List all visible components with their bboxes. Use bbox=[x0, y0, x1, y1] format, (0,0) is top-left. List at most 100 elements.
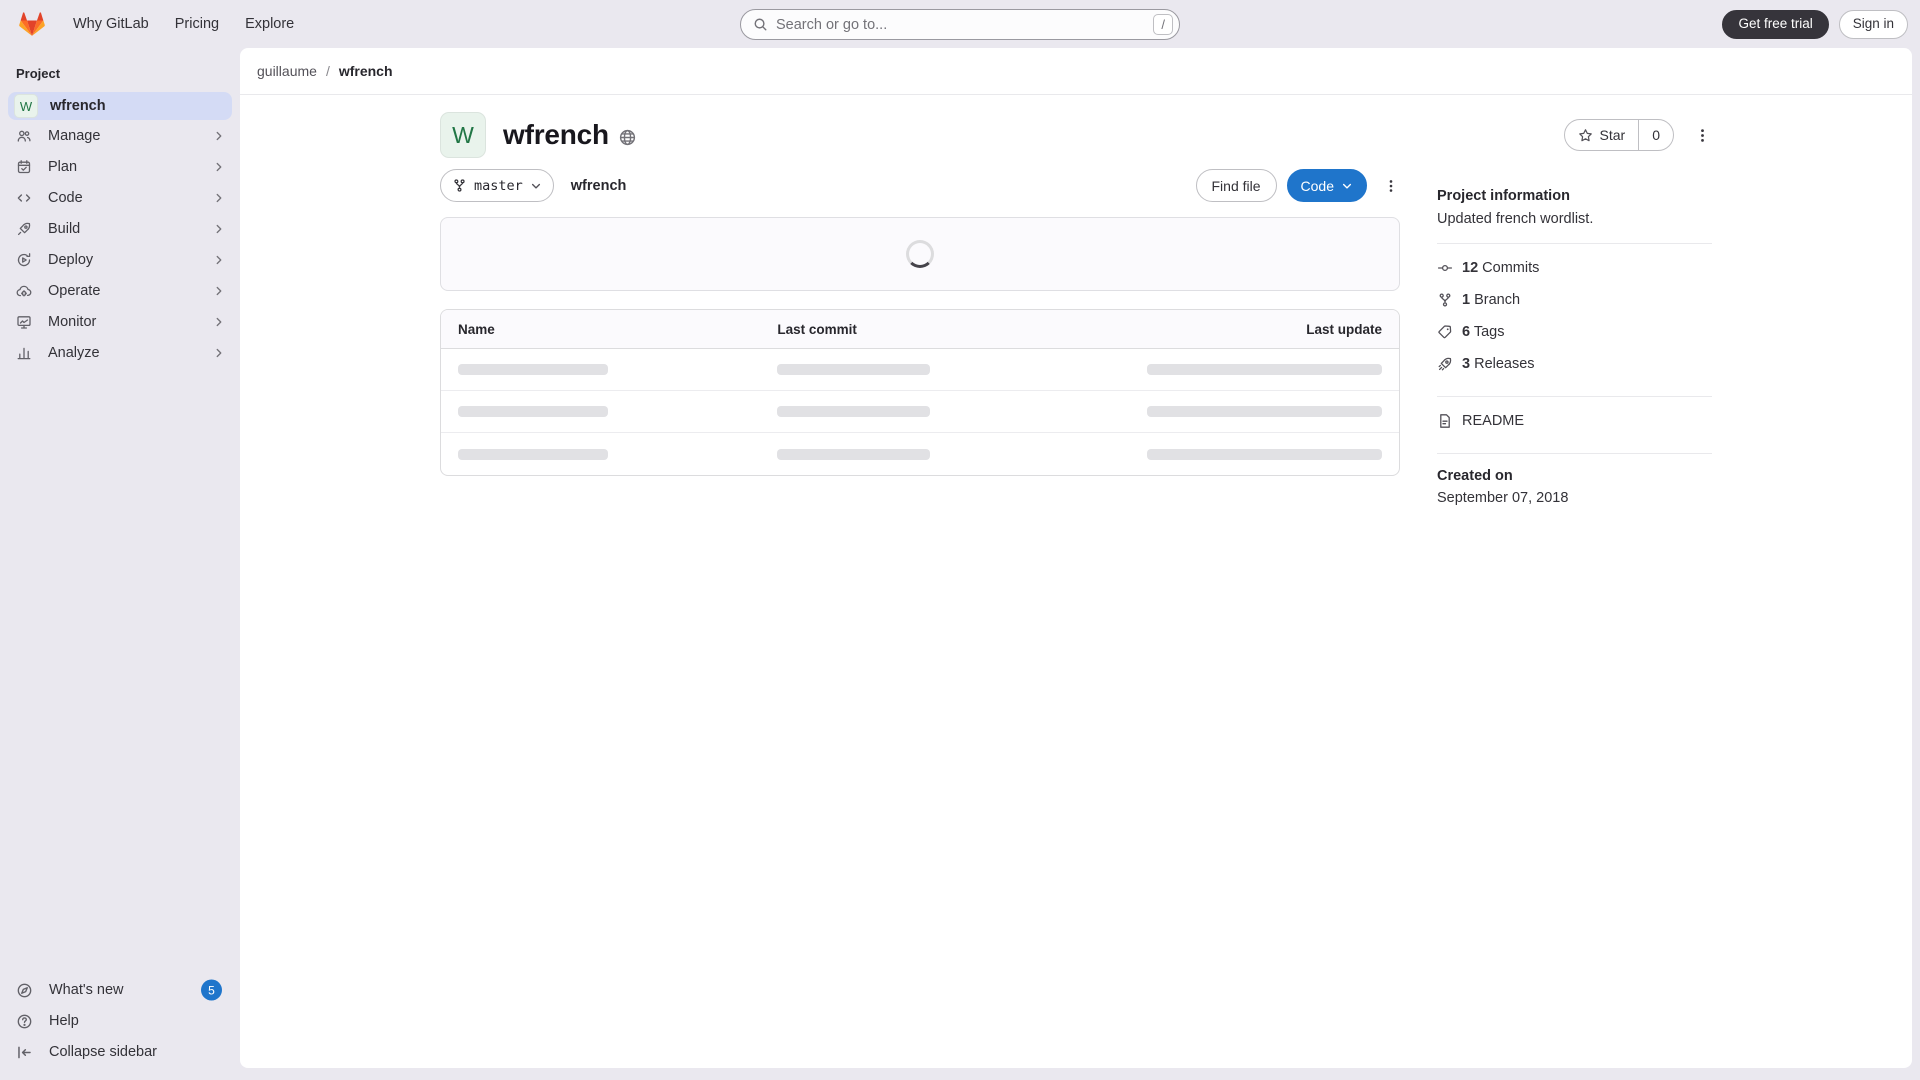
branch-selector[interactable]: master bbox=[440, 169, 554, 202]
help-item[interactable]: Help bbox=[8, 1006, 232, 1036]
repo-toolbar-actions: Find file Code bbox=[1195, 169, 1401, 202]
breadcrumb-separator: / bbox=[325, 63, 330, 79]
repo-options-kebab-button[interactable] bbox=[1382, 170, 1400, 202]
sidebar-item-label: Build bbox=[48, 221, 81, 237]
project-info-title: Project information bbox=[1437, 188, 1570, 204]
project-header: W wfrench Star 0 bbox=[440, 112, 1712, 158]
collapse-sidebar-label: Collapse sidebar bbox=[49, 1044, 158, 1060]
project-information-sidebar: Project information Updated french wordl… bbox=[1437, 169, 1712, 506]
operate-icon bbox=[16, 285, 32, 297]
skeleton-bar bbox=[458, 364, 608, 375]
breadcrumb-parent-link[interactable]: guillaume bbox=[257, 63, 317, 79]
star-button[interactable]: Star bbox=[1565, 120, 1639, 150]
sign-in-button[interactable]: Sign in bbox=[1838, 9, 1908, 39]
stat-text: 12 Commits bbox=[1462, 260, 1539, 276]
sidebar-item-label: Plan bbox=[48, 159, 78, 175]
commits-stat-link[interactable]: 12 Commits bbox=[1437, 252, 1712, 284]
sidebar-item-analyze[interactable]: Analyze bbox=[8, 338, 232, 368]
skeleton-bar bbox=[777, 448, 931, 460]
sidebar-item-label: Manage bbox=[48, 128, 101, 144]
created-on-label: Created on bbox=[1437, 468, 1513, 484]
column-header-last-update[interactable]: Last update bbox=[1080, 322, 1399, 337]
column-header-last-commit[interactable]: Last commit bbox=[760, 322, 1079, 337]
skeleton-bar bbox=[1147, 448, 1382, 460]
search-icon bbox=[754, 18, 767, 31]
breadcrumb-current: wfrench bbox=[338, 63, 393, 79]
nav-link-pricing[interactable]: Pricing bbox=[162, 10, 232, 38]
skeleton-bar bbox=[458, 406, 608, 417]
project-description: Updated french wordlist. bbox=[1437, 211, 1594, 227]
sidebar-item-plan[interactable]: Plan bbox=[8, 152, 232, 182]
stat-count: 3 bbox=[1462, 356, 1471, 372]
sidebar-item-code[interactable]: Code bbox=[8, 183, 232, 213]
star-count[interactable]: 0 bbox=[1639, 120, 1673, 150]
whats-new-label: What's new bbox=[49, 982, 124, 998]
star-icon bbox=[1578, 128, 1592, 141]
gitlab-tanuki-icon bbox=[19, 12, 45, 36]
branches-stat-link[interactable]: 1 Branch bbox=[1437, 284, 1712, 316]
globe-icon bbox=[619, 129, 636, 145]
chevron-right-icon bbox=[216, 131, 222, 141]
branch-icon bbox=[454, 179, 465, 192]
chevron-right-icon bbox=[216, 317, 222, 327]
sidebar-item-label: Deploy bbox=[48, 252, 94, 268]
page-title: wfrench bbox=[503, 119, 609, 150]
stat-count: 1 bbox=[1462, 292, 1471, 308]
sidebar-item-deploy[interactable]: Deploy bbox=[8, 245, 232, 275]
search-input[interactable]: Search or go to... / bbox=[740, 9, 1180, 40]
document-icon bbox=[1440, 414, 1450, 428]
chevron-right-icon bbox=[216, 224, 222, 234]
divider bbox=[1437, 396, 1712, 397]
sidebar-item-label: wfrench bbox=[50, 98, 106, 114]
stat-label: Tags bbox=[1473, 324, 1505, 340]
find-file-button[interactable]: Find file bbox=[1195, 169, 1277, 202]
stat-label: Branch bbox=[1474, 292, 1521, 308]
sidebar-item-label: Monitor bbox=[48, 314, 97, 330]
tags-stat-link[interactable]: 6 Tags bbox=[1437, 316, 1712, 348]
content-card: guillaume / wfrench W wfrench Star 0 mas… bbox=[240, 48, 1912, 1068]
chevron-right-icon bbox=[216, 286, 222, 296]
nav-link-explore[interactable]: Explore bbox=[232, 10, 307, 38]
stat-text: 1 Branch bbox=[1462, 292, 1520, 308]
chevron-down-icon bbox=[531, 183, 540, 189]
project-avatar: W bbox=[14, 94, 38, 118]
repo-toolbar: master wfrench Find file Code bbox=[440, 169, 1400, 202]
manage-icon bbox=[17, 130, 31, 142]
whats-new-badge: 5 bbox=[201, 979, 222, 1001]
collapse-sidebar-item[interactable]: Collapse sidebar bbox=[8, 1037, 232, 1067]
readme-label: README bbox=[1462, 413, 1525, 429]
code-dropdown-button[interactable]: Code bbox=[1286, 169, 1367, 202]
releases-stat-link[interactable]: 3 Releases bbox=[1437, 348, 1712, 380]
collapse-sidebar-icon bbox=[18, 1046, 31, 1058]
sidebar-item-monitor[interactable]: Monitor bbox=[8, 307, 232, 337]
table-row-skeleton bbox=[441, 433, 1399, 475]
column-header-name[interactable]: Name bbox=[441, 322, 760, 337]
branch-name: master bbox=[474, 177, 523, 194]
kebab-menu-icon bbox=[1389, 179, 1393, 192]
skeleton-bar bbox=[1147, 406, 1382, 417]
breadcrumb: guillaume / wfrench bbox=[240, 48, 1912, 95]
help-label: Help bbox=[49, 1013, 79, 1029]
chevron-right-icon bbox=[216, 193, 222, 203]
project-options-kebab-button[interactable] bbox=[1692, 119, 1712, 151]
tag-icon bbox=[1438, 325, 1452, 339]
get-free-trial-button[interactable]: Get free trial bbox=[1722, 9, 1829, 39]
loading-spinner-icon bbox=[906, 240, 934, 268]
top-actions: Get free trial Sign in bbox=[1722, 9, 1908, 39]
sidebar-item-project-wfrench[interactable]: W wfrench bbox=[8, 92, 232, 120]
commit-icon bbox=[1437, 264, 1453, 272]
whats-new-icon bbox=[17, 983, 32, 997]
stat-label: Commits bbox=[1482, 260, 1540, 276]
sidebar-item-manage[interactable]: Manage bbox=[8, 121, 232, 151]
sidebar-footer: What's new 5 Help Collapse sidebar bbox=[0, 974, 240, 1068]
search-placeholder: Search or go to... bbox=[776, 16, 888, 33]
sidebar-item-operate[interactable]: Operate bbox=[8, 276, 232, 306]
sidebar-item-build[interactable]: Build bbox=[8, 214, 232, 244]
nav-link-why-gitlab[interactable]: Why GitLab bbox=[60, 10, 162, 38]
readme-link[interactable]: README bbox=[1437, 405, 1712, 437]
skeleton-bar bbox=[777, 364, 931, 375]
whats-new-item[interactable]: What's new 5 bbox=[8, 975, 232, 1005]
gitlab-logo[interactable] bbox=[12, 10, 60, 38]
kebab-menu-icon bbox=[1700, 128, 1704, 142]
chevron-right-icon bbox=[216, 255, 222, 265]
